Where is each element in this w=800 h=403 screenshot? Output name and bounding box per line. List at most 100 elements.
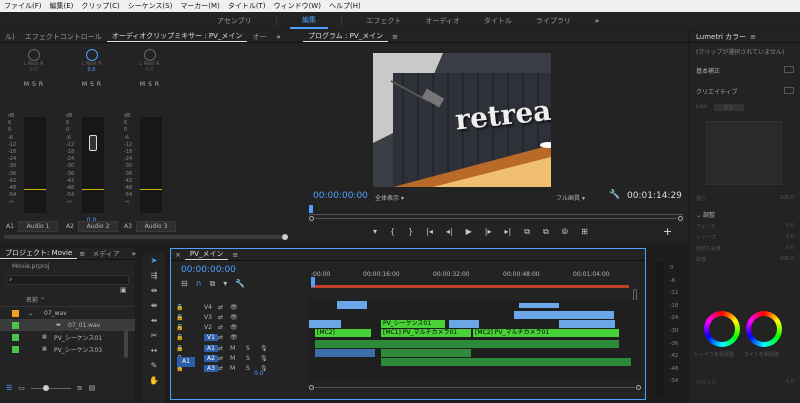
- source-patch-a1[interactable]: A1: [177, 357, 195, 367]
- tab-effect-controls[interactable]: エフェクトコントロール: [20, 32, 107, 42]
- v2-clip[interactable]: [449, 320, 479, 328]
- volume-fader-handle[interactable]: [89, 135, 97, 151]
- menu-help[interactable]: ヘルプ(H): [329, 1, 361, 11]
- eye-icon[interactable]: 👁: [230, 324, 240, 331]
- timeline-timecode[interactable]: 00:00:00:00: [181, 265, 236, 275]
- tab-timeline-sequence[interactable]: PV_メイン: [184, 249, 229, 260]
- tab-more-icon[interactable]: »: [127, 250, 141, 258]
- pan-knob-icon[interactable]: [85, 49, 98, 61]
- record-button[interactable]: R: [39, 81, 43, 88]
- workspace-assembly[interactable]: アセンブリ: [205, 16, 264, 26]
- menu-clip[interactable]: クリップ(C): [81, 1, 119, 11]
- param-saturation[interactable]: 彩度 100.0: [690, 254, 800, 265]
- sync-lock-icon[interactable]: ⇄: [218, 365, 230, 372]
- param-fade[interactable]: フェード 0.0: [690, 221, 800, 232]
- pen-tool-icon[interactable]: ✎: [151, 361, 158, 370]
- icon-view-icon[interactable]: ▭: [18, 384, 25, 392]
- lock-icon[interactable]: 🔒: [176, 324, 204, 331]
- mixer-scroll-handle[interactable]: [282, 234, 288, 240]
- zoom-slider[interactable]: [30, 385, 71, 391]
- sync-lock-icon[interactable]: ⇄: [218, 345, 230, 352]
- menu-marker[interactable]: マーカー(M): [180, 1, 220, 11]
- rolling-edit-tool-icon[interactable]: ⇼: [151, 301, 158, 310]
- tab-more-icon[interactable]: »: [271, 33, 285, 41]
- checkbox-icon[interactable]: [784, 87, 794, 94]
- track-label[interactable]: V4: [204, 304, 218, 311]
- eye-icon[interactable]: 👁: [230, 314, 240, 321]
- solo-button[interactable]: S: [32, 81, 36, 88]
- track-label[interactable]: A1: [204, 344, 218, 352]
- panel-menu-icon[interactable]: ≡: [750, 33, 756, 41]
- step-forward-icon[interactable]: |▸: [485, 227, 492, 237]
- play-icon[interactable]: ▶: [466, 227, 472, 237]
- new-bin-icon[interactable]: ▣: [120, 286, 127, 294]
- timeline-hscroll[interactable]: [309, 385, 641, 390]
- menu-title[interactable]: タイトル(T): [228, 1, 266, 11]
- track-label[interactable]: A3: [204, 364, 218, 372]
- mute-button[interactable]: M: [230, 355, 246, 362]
- hand-tool-icon[interactable]: ✋: [149, 376, 159, 385]
- list-view-icon[interactable]: ☰: [6, 384, 12, 392]
- v2-clip[interactable]: [309, 320, 341, 328]
- linked-selection-icon[interactable]: ⧉: [210, 279, 216, 289]
- lumetri-title[interactable]: Lumetri カラー: [696, 32, 746, 42]
- mute-button[interactable]: M: [140, 81, 145, 88]
- a3-clip[interactable]: [381, 358, 631, 366]
- mute-button[interactable]: M: [82, 81, 87, 88]
- tab-media[interactable]: メディア: [87, 249, 125, 259]
- a2-clip[interactable]: [381, 349, 471, 357]
- program-monitor-title[interactable]: プログラム : PV_メイン: [303, 31, 389, 42]
- slip-tool-icon[interactable]: ↔: [151, 346, 158, 355]
- close-icon[interactable]: ×: [175, 251, 181, 259]
- record-button[interactable]: R: [155, 81, 159, 88]
- name-column-header[interactable]: 名前 ⌃: [0, 293, 135, 307]
- menu-file[interactable]: ファイル(F): [4, 1, 42, 11]
- workspace-audio[interactable]: オーディオ: [413, 16, 472, 26]
- v1-clip-mc1[interactable]: [MC1] PV_マルチカメラ01: [381, 329, 471, 337]
- intensity-row[interactable]: 強さ 100.0: [690, 193, 800, 204]
- menu-window[interactable]: ウィンドウ(W): [274, 1, 321, 11]
- sync-lock-icon[interactable]: ⇄: [218, 304, 230, 311]
- v4-clip[interactable]: [519, 303, 559, 308]
- creative-section[interactable]: クリエイティブ: [690, 81, 800, 102]
- pan-knob-icon[interactable]: [143, 49, 156, 61]
- lock-icon[interactable]: 🔒: [176, 345, 204, 352]
- workspace-libraries[interactable]: ライブラリ: [524, 16, 583, 26]
- eye-icon[interactable]: 👁: [230, 304, 240, 311]
- menu-sequence[interactable]: シーケンス(S): [128, 1, 173, 11]
- compare-icon[interactable]: ⊞: [581, 227, 588, 237]
- go-to-out-icon[interactable]: ▸|: [505, 227, 512, 237]
- track-label[interactable]: V1: [204, 333, 218, 341]
- program-timecode[interactable]: 00:00:00:00: [313, 191, 368, 201]
- lock-icon[interactable]: 🔒: [176, 314, 204, 321]
- step-back-icon[interactable]: ◂|: [446, 227, 453, 237]
- tab-prev[interactable]: ル): [0, 32, 20, 42]
- sort-icon[interactable]: ≡: [77, 384, 83, 392]
- menu-edit[interactable]: 編集(E): [50, 1, 74, 11]
- rate-stretch-tool-icon[interactable]: ⇴: [151, 316, 158, 325]
- mic-icon[interactable]: 🎙: [260, 355, 274, 362]
- v1-clip-mc2[interactable]: [MC2]: [315, 329, 371, 337]
- nest-icon[interactable]: ⊟: [181, 279, 188, 289]
- solo-button[interactable]: S: [246, 345, 260, 352]
- program-scrubber[interactable]: [309, 205, 683, 215]
- v1-clip-mc2[interactable]: [MC2] PV_マルチカメラ01: [473, 329, 619, 337]
- track-label[interactable]: V3: [204, 314, 218, 321]
- audio-master-value[interactable]: 0.0: [254, 370, 264, 377]
- checkbox-icon[interactable]: [784, 66, 794, 73]
- tab-project[interactable]: プロジェクト: Movie: [0, 248, 78, 259]
- mute-button[interactable]: M: [230, 365, 246, 372]
- solo-button[interactable]: S: [90, 81, 94, 88]
- tab-audio-track-mixer[interactable]: オー: [247, 32, 271, 42]
- mic-icon[interactable]: 🎙: [260, 345, 274, 352]
- expand-chevron-icon[interactable]: ⌄: [28, 310, 33, 317]
- balance-row[interactable]: バランス 0.0: [696, 379, 794, 386]
- add-button-icon[interactable]: +: [663, 225, 672, 238]
- lock-icon[interactable]: 🔒: [176, 304, 204, 311]
- timeline-ruler[interactable]: :00:00 00:00:16:00 00:00:32:00 00:00:48:…: [311, 271, 641, 289]
- adjust-section[interactable]: ⌄ 調整: [690, 204, 800, 221]
- track-label[interactable]: V2: [204, 324, 218, 331]
- snap-icon[interactable]: ∩: [196, 279, 202, 289]
- folder-icon[interactable]: ▤: [89, 384, 96, 392]
- basic-correction-section[interactable]: 基本補正: [690, 60, 800, 81]
